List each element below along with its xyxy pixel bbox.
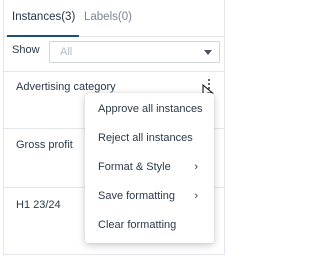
show-filter-value: All xyxy=(60,46,73,58)
chevron-right-icon: › xyxy=(194,190,198,202)
row-label-advertising-category[interactable]: Advertising category xyxy=(16,81,116,93)
show-filter-label: Show xyxy=(12,44,40,56)
menu-item-save-formatting[interactable]: Save formatting › xyxy=(85,182,214,211)
tab-bar: Instances(3) Labels(0) xyxy=(4,0,224,37)
row-label-h1[interactable]: H1 23/24 xyxy=(16,199,61,211)
chevron-right-icon: › xyxy=(194,161,198,173)
menu-item-clear-formatting[interactable]: Clear formatting xyxy=(85,211,214,240)
row-label-gross-profit[interactable]: Gross profit xyxy=(16,139,73,151)
menu-item-reject-all[interactable]: Reject all instances xyxy=(85,124,214,153)
menu-item-label: Clear formatting xyxy=(98,219,177,231)
active-tab-indicator xyxy=(7,35,79,37)
show-filter-select[interactable]: All xyxy=(49,41,220,63)
menu-item-approve-all[interactable]: Approve all instances xyxy=(85,95,214,124)
chevron-down-icon xyxy=(204,50,212,55)
divider xyxy=(4,71,224,72)
menu-item-label: Save formatting xyxy=(98,190,176,202)
menu-item-label: Approve all instances xyxy=(98,103,203,115)
menu-item-format-style[interactable]: Format & Style › xyxy=(85,153,214,182)
menu-item-label: Reject all instances xyxy=(98,132,193,144)
tab-instances[interactable]: Instances(3) xyxy=(12,11,75,23)
context-menu: Approve all instances Reject all instanc… xyxy=(85,93,214,243)
menu-item-label: Format & Style xyxy=(98,161,171,173)
tab-labels[interactable]: Labels(0) xyxy=(84,11,132,23)
